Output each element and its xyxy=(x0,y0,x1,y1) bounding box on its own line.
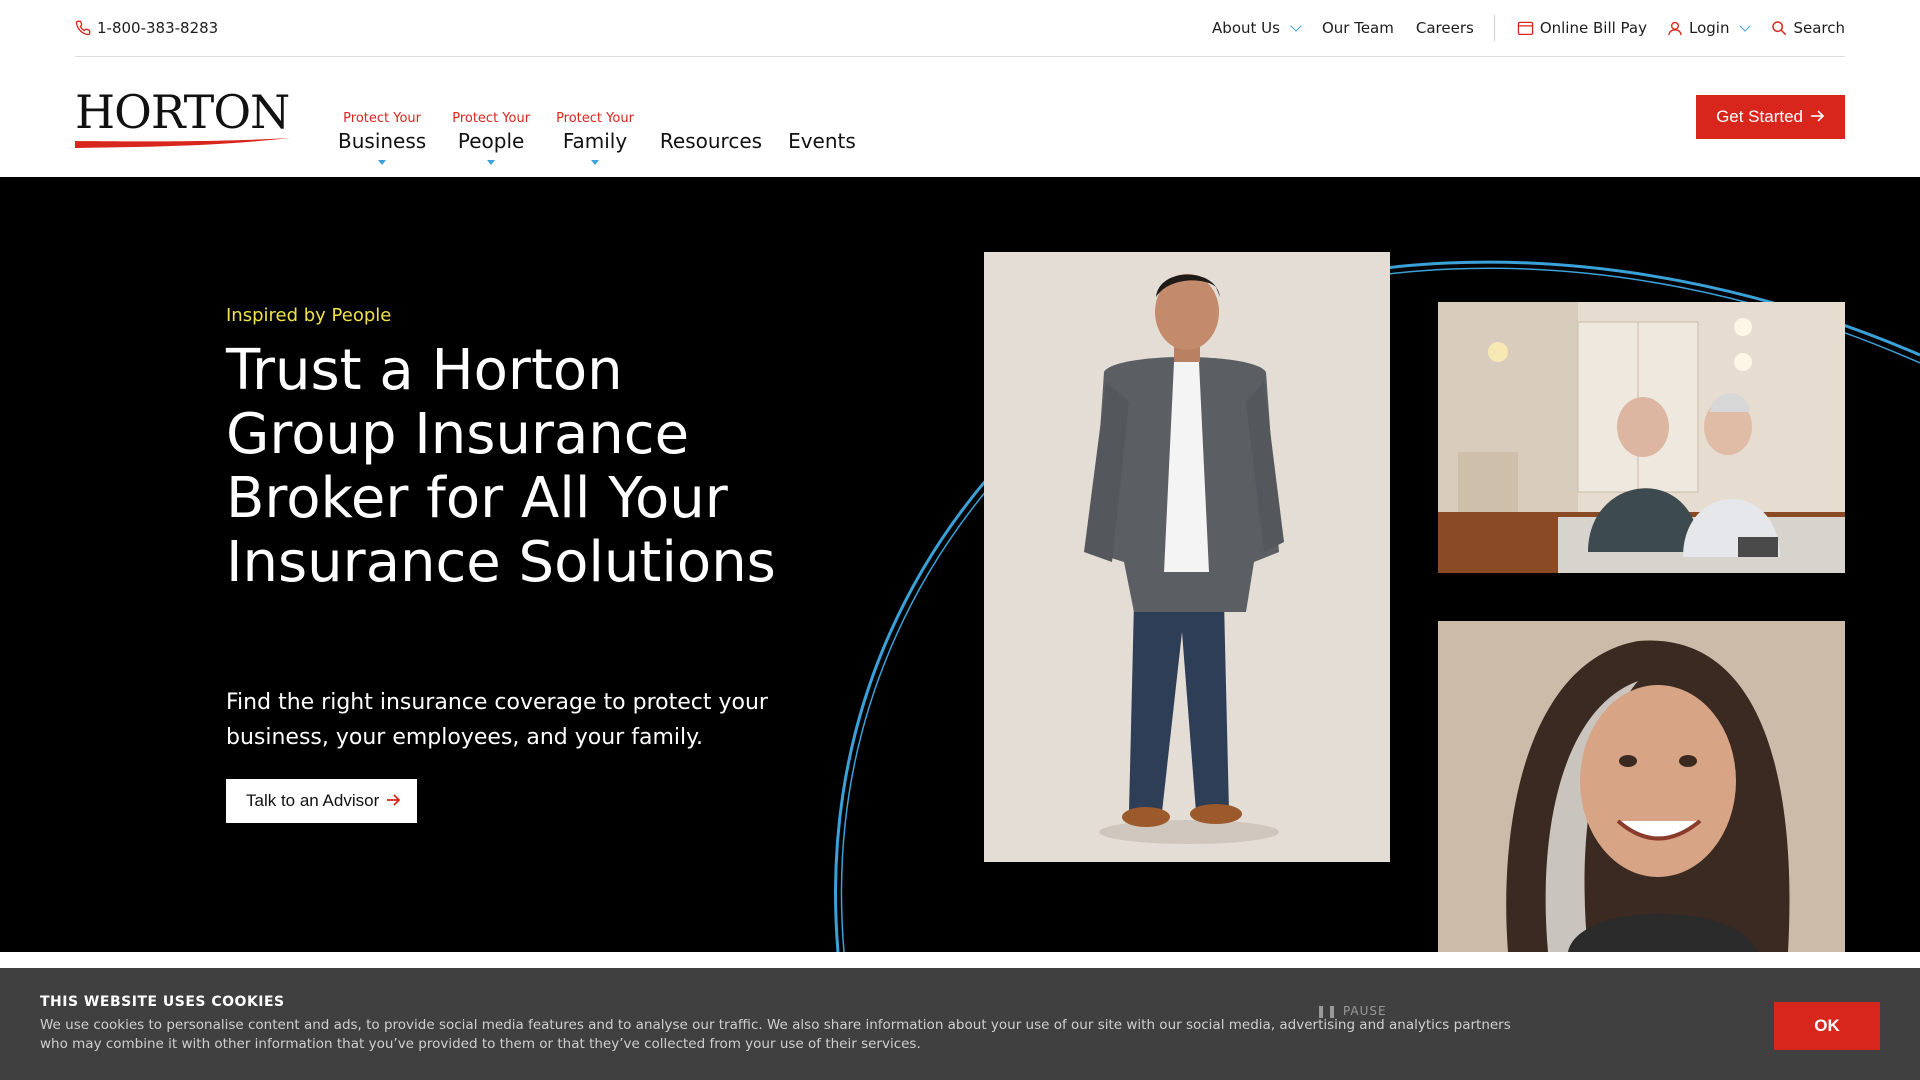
utility-bar: 1-800-383-8283 About Us Our Team Careers… xyxy=(75,0,1845,57)
chevron-down-icon xyxy=(1739,20,1752,32)
calendar-icon xyxy=(1517,20,1534,36)
utility-divider xyxy=(1493,15,1495,41)
search-label: Search xyxy=(1793,19,1845,37)
search-icon xyxy=(1771,20,1787,36)
our-team-label: Our Team xyxy=(1321,19,1394,37)
phone-number: 1-800-383-8283 xyxy=(97,19,219,37)
couple-photo xyxy=(1438,302,1845,573)
nav-kicker: Protect Your xyxy=(452,111,531,126)
nav-label: Family xyxy=(562,129,628,153)
cookie-ok-button[interactable]: OK xyxy=(1774,1002,1880,1050)
pause-label: PAUSE xyxy=(1342,1004,1387,1018)
hero: Inspired by People Trust a Horton Group … xyxy=(0,177,1920,952)
hero-bottom-strip xyxy=(0,952,1920,968)
main-nav: HORTON Protect Your Business Protect You… xyxy=(75,57,1845,177)
nav-business[interactable]: Protect Your Business xyxy=(338,110,426,177)
hero-kicker: Inspired by People xyxy=(226,305,392,326)
login-label: Login xyxy=(1688,19,1730,37)
nav-label: Business xyxy=(338,129,427,153)
user-icon xyxy=(1667,20,1683,37)
advisor-photo-man xyxy=(984,252,1390,862)
nav-resources[interactable]: Resources xyxy=(660,128,762,177)
chevron-down-icon xyxy=(1290,20,1302,32)
pause-control[interactable]: ❚❚ PAUSE xyxy=(1316,1004,1387,1018)
careers-label: Careers xyxy=(1415,19,1474,37)
about-us-link[interactable]: About Us xyxy=(1212,19,1302,37)
arrow-right-icon xyxy=(1811,107,1825,127)
arrow-right-icon xyxy=(387,791,401,811)
caret-down-icon xyxy=(378,160,387,165)
pause-icon: ❚❚ xyxy=(1316,1004,1339,1018)
hero-subtitle: Find the right insurance coverage to pro… xyxy=(226,690,768,750)
get-started-label: Get Started xyxy=(1716,107,1803,126)
talk-to-advisor-button[interactable]: Talk to an Advisor xyxy=(226,779,418,823)
advisor-photo-woman xyxy=(1438,621,1845,952)
caret-down-icon xyxy=(590,160,599,165)
nav-kicker: Protect Your xyxy=(556,111,634,126)
logo-wordmark: HORTON xyxy=(75,85,290,139)
cookie-banner: THIS WEBSITE USES COOKIES We use cookies… xyxy=(0,968,1920,1080)
talk-to-advisor-label: Talk to an Advisor xyxy=(246,791,380,810)
cookie-text: We use cookies to personalise content an… xyxy=(40,1017,1511,1052)
nav-label: People xyxy=(457,129,525,153)
nav-label: Resources xyxy=(659,129,763,153)
cookie-title: THIS WEBSITE USES COOKIES xyxy=(40,994,285,1010)
careers-link[interactable]: Careers xyxy=(1416,19,1474,37)
phone-icon xyxy=(75,20,91,36)
about-us-label: About Us xyxy=(1212,19,1280,37)
nav-label: Events xyxy=(788,129,856,153)
nav-events[interactable]: Events xyxy=(788,128,856,177)
bill-pay-label: Online Bill Pay xyxy=(1539,19,1647,37)
hero-title: Trust a Horton Group Insurance Broker fo… xyxy=(226,338,776,595)
logo-swoosh xyxy=(75,138,290,148)
horton-logo[interactable]: HORTON xyxy=(75,89,290,149)
search-link[interactable]: Search xyxy=(1771,19,1845,37)
nav-kicker: Protect Your xyxy=(343,111,422,126)
caret-down-icon xyxy=(487,160,496,165)
login-link[interactable]: Login xyxy=(1667,19,1752,37)
nav-family[interactable]: Protect Your Family xyxy=(556,110,634,177)
get-started-button[interactable]: Get Started xyxy=(1696,95,1845,139)
nav-people[interactable]: Protect Your People xyxy=(452,110,530,177)
our-team-link[interactable]: Our Team xyxy=(1322,19,1394,37)
phone-link[interactable]: 1-800-383-8283 xyxy=(75,19,218,37)
online-bill-pay-link[interactable]: Online Bill Pay xyxy=(1517,19,1647,37)
cookie-ok-label: OK xyxy=(1814,1016,1840,1035)
